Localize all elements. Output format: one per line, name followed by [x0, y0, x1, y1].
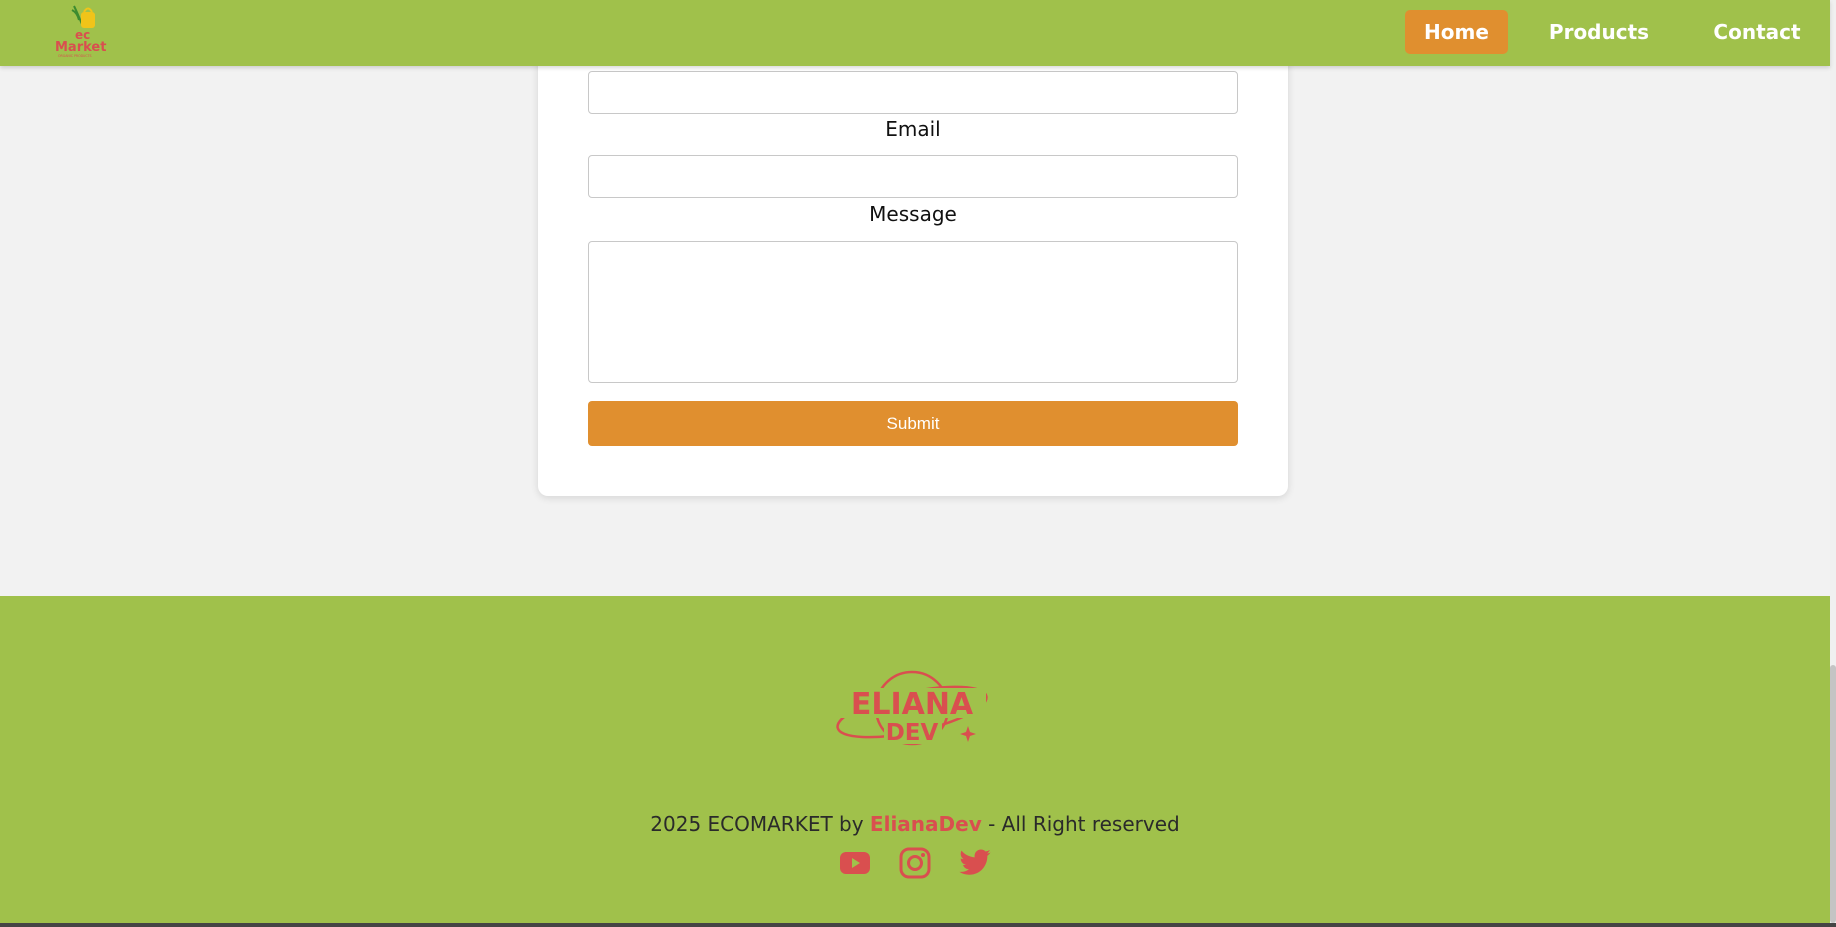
- ecmarket-logo[interactable]: ec Market ORGANIC PRODUCTS: [52, 2, 112, 58]
- submit-button[interactable]: Submit: [588, 401, 1238, 446]
- instagram-icon[interactable]: [898, 846, 932, 880]
- main-nav: Home Products Contact: [1405, 10, 1830, 54]
- page-scrollbar[interactable]: [1830, 0, 1836, 923]
- youtube-icon[interactable]: [838, 846, 872, 880]
- copyright-prefix: 2025 ECOMARKET by: [650, 812, 870, 836]
- svg-text:ORGANIC PRODUCTS: ORGANIC PRODUCTS: [58, 54, 92, 58]
- scrollbar-thumb[interactable]: [1830, 665, 1836, 923]
- email-field[interactable]: [588, 155, 1238, 198]
- twitter-icon[interactable]: [958, 846, 992, 880]
- nav-contact[interactable]: Contact: [1684, 10, 1830, 54]
- message-label: Message: [869, 202, 957, 226]
- author-link[interactable]: ElianaDev: [870, 812, 982, 836]
- name-field[interactable]: [588, 71, 1238, 114]
- nav-products[interactable]: Products: [1526, 10, 1672, 54]
- contact-form-card: Email Message Submit: [538, 46, 1288, 496]
- copyright-text: 2025 ECOMARKET by ElianaDev - All Right …: [0, 812, 1830, 836]
- email-label: Email: [885, 117, 941, 141]
- social-links: [0, 846, 1830, 880]
- message-field[interactable]: [588, 241, 1238, 383]
- svg-text:ELIANA: ELIANA: [851, 687, 974, 722]
- svg-text:Market: Market: [55, 40, 106, 55]
- elianadev-logo: ELIANA DEV: [836, 670, 988, 746]
- nav-home[interactable]: Home: [1405, 10, 1508, 54]
- contact-section: Email Message Submit: [0, 46, 1830, 596]
- svg-text:DEV: DEV: [886, 720, 939, 746]
- site-footer: ELIANA DEV 2025 ECOMARKET by ElianaDev -…: [0, 596, 1830, 923]
- site-header: ec Market ORGANIC PRODUCTS Home Products…: [0, 0, 1830, 66]
- window-bottom-edge: [0, 923, 1836, 927]
- copyright-suffix: - All Right reserved: [981, 812, 1180, 836]
